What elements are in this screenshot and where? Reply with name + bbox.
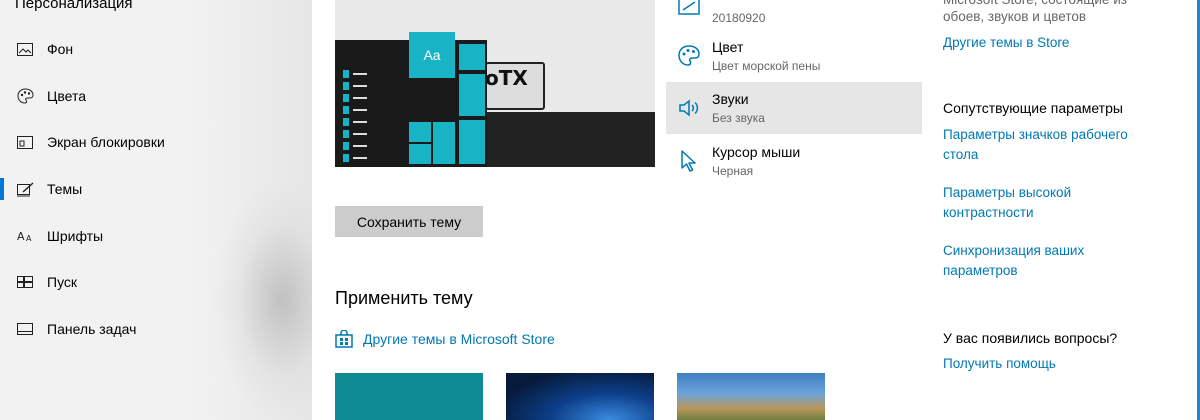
setting-background[interactable]: 20180920 [666,0,922,34]
sidebar-item-label: Темы [47,181,83,197]
store-themes-link-right[interactable]: Другие темы в Store [943,33,1069,53]
setting-title: Цвет [712,39,744,55]
sidebar-item-themes[interactable]: Темы [0,174,312,204]
desktop-icon-settings-link[interactable]: Параметры значков рабочего [943,125,1128,145]
themes-icon [16,181,34,197]
palette-icon [677,44,701,68]
sidebar-item-fonts[interactable]: AA Шрифты [0,221,312,251]
sidebar-item-label: Фон [47,41,74,57]
preview-tile [409,122,431,142]
svg-text:A: A [26,234,32,243]
preview-tile-aa: Aa [409,32,455,78]
sidebar: Персонализация Фон Цвета Экран блокировк… [0,0,312,420]
preview-tile [459,44,485,70]
start-icon [16,274,34,290]
active-indicator [0,178,4,200]
picture-icon [16,41,34,57]
sidebar-item-lock-screen[interactable]: Экран блокировки [0,127,312,157]
preview-tile [459,74,485,116]
palette-icon [16,88,34,104]
sidebar-title: Персонализация [15,0,133,12]
apply-theme-title: Применить тему [335,288,473,308]
theme-thumbnail[interactable] [677,373,825,420]
sidebar-item-colors[interactable]: Цвета [0,81,312,111]
setting-subtitle: Без звука [712,111,765,125]
sync-settings-link[interactable]: Синхронизация ваших [943,241,1084,261]
setting-title: Курсор мыши [712,144,801,160]
taskbar-icon [16,321,34,337]
sidebar-item-start[interactable]: Пуск [0,267,312,297]
questions-heading: У вас появились вопросы? [943,330,1118,346]
sidebar-item-label: Панель задач [47,321,137,337]
cursor-icon [677,149,701,173]
sidebar-item-background[interactable]: Фон [0,34,312,64]
high-contrast-link[interactable]: Параметры высокой [943,183,1071,203]
fonts-icon: AA [16,228,34,244]
get-help-link[interactable]: Получить помощь [943,354,1056,374]
preview-tile [409,144,431,164]
sidebar-item-label: Шрифты [47,228,104,244]
store-themes-link[interactable]: Другие темы в Microsoft Store [335,329,555,348]
related-settings-heading: Сопутствующие параметры [943,100,1123,116]
speaker-icon [677,96,701,120]
preview-tile [459,120,485,164]
sidebar-item-label: Пуск [47,274,78,290]
preview-film-text: oTX [485,66,528,90]
theme-thumbnail[interactable] [335,373,483,420]
theme-preview: oTX Aa [335,0,655,167]
setting-title: Звуки [712,91,749,107]
sidebar-item-label: Экран блокировки [47,134,165,150]
setting-color[interactable]: Цвет Цвет морской пены [666,30,922,82]
preview-app-list [343,65,369,162]
desktop-icon-settings-link-cont[interactable]: стола [943,145,978,165]
background-icon [677,0,701,20]
store-link-label: Другие темы в Microsoft Store [363,331,555,347]
setting-sounds[interactable]: Звуки Без звука [666,82,922,134]
setting-subtitle: 20180920 [712,11,766,25]
sidebar-item-taskbar[interactable]: Панель задач [0,314,312,344]
setting-subtitle: Цвет морской пены [712,59,821,73]
preview-tile [433,122,455,164]
setting-subtitle: Черная [712,164,754,178]
high-contrast-link-cont[interactable]: контрастности [943,203,1034,223]
sidebar-item-label: Цвета [47,88,86,104]
theme-thumbnail[interactable] [506,373,654,420]
save-theme-button[interactable]: Сохранить тему [335,206,483,237]
svg-text:A: A [17,230,25,243]
store-description-line: обоев, звуков и цветов [943,9,1087,24]
setting-mouse-cursor[interactable]: Курсор мыши Черная [666,135,922,187]
sync-settings-link-cont[interactable]: параметров [943,261,1018,281]
lock-screen-icon [16,134,34,150]
store-bag-icon [335,329,353,348]
